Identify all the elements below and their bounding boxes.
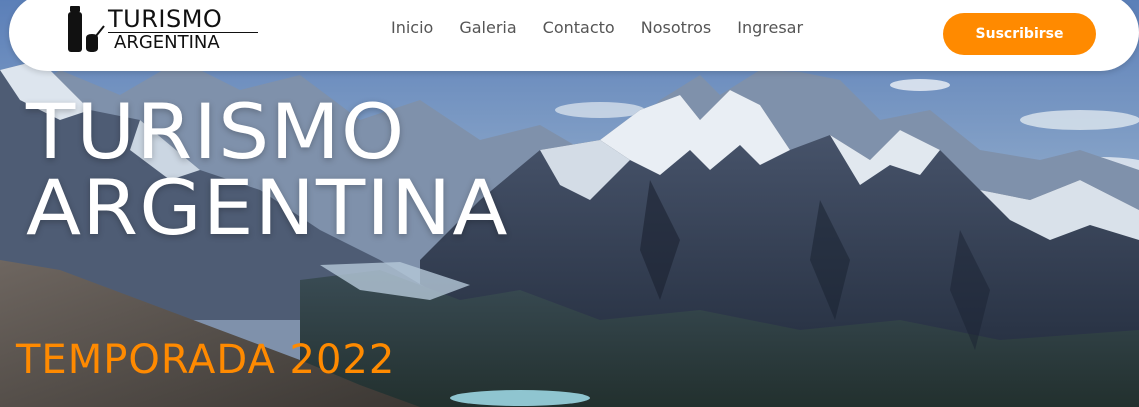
hero-section: TURISMO ARGENTINA Inicio Galeria Contact… <box>0 0 1139 407</box>
nav-item-inicio[interactable]: Inicio <box>391 20 433 36</box>
nav-item-galeria[interactable]: Galeria <box>459 20 516 36</box>
subscribe-button[interactable]: Suscribirse <box>943 13 1096 55</box>
nav-item-ingresar[interactable]: Ingresar <box>737 20 803 36</box>
main-nav: Inicio Galeria Contacto Nosotros Ingresa… <box>391 20 803 36</box>
brand-line-2: ARGENTINA <box>114 32 220 53</box>
nav-item-contacto[interactable]: Contacto <box>543 20 615 36</box>
hero-title: TURISMO ARGENTINA <box>26 94 509 246</box>
thermos-mate-icon <box>68 6 105 52</box>
navbar: TURISMO ARGENTINA Inicio Galeria Contact… <box>9 0 1139 71</box>
brand-line-1: TURISMO <box>108 5 223 33</box>
brand-logo[interactable]: TURISMO ARGENTINA <box>64 4 264 56</box>
hero-title-line-1: TURISMO <box>26 87 406 176</box>
nav-item-nosotros[interactable]: Nosotros <box>641 20 712 36</box>
hero-tagline: TEMPORADA 2022 <box>16 337 396 383</box>
hero-title-line-2: ARGENTINA <box>26 163 509 252</box>
